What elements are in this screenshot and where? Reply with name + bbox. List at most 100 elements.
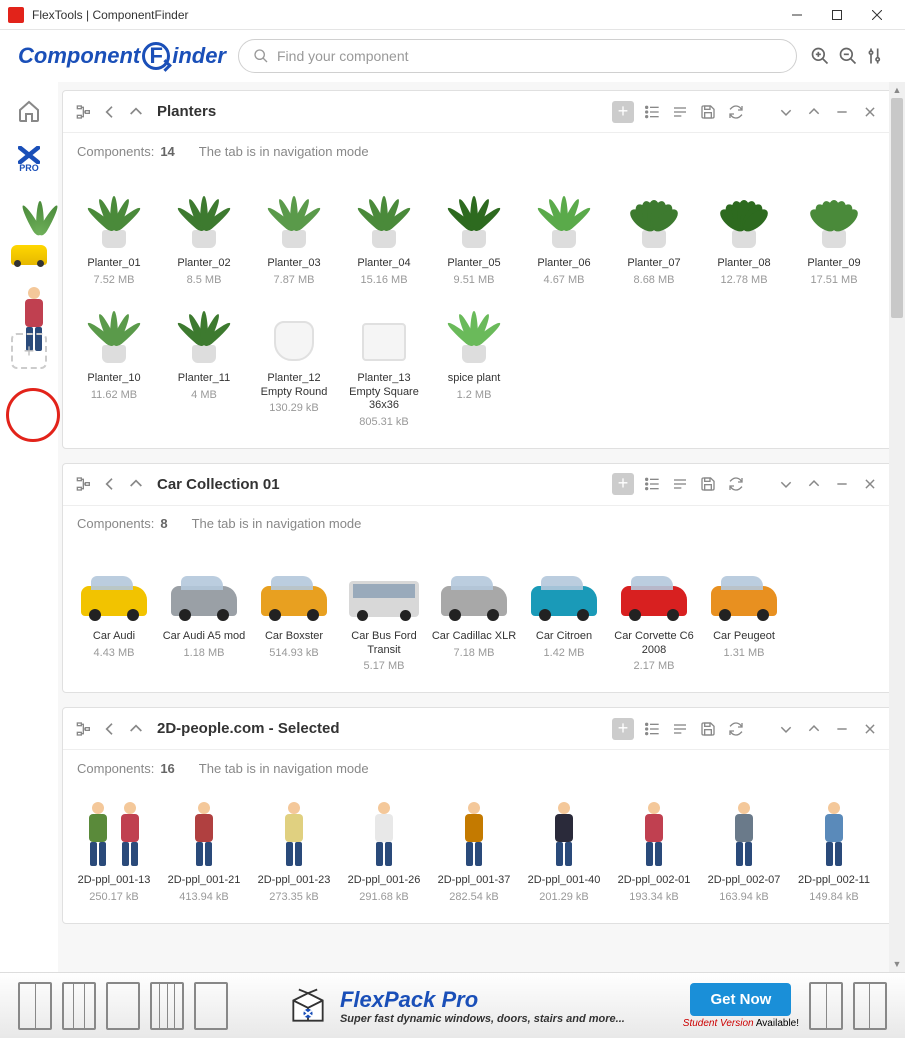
sidebar-xpro[interactable]: PRO bbox=[10, 140, 48, 178]
refresh-icon[interactable] bbox=[726, 102, 746, 122]
component-item[interactable]: Car Cadillac XLR 7.18 MB bbox=[429, 550, 519, 678]
product-icon-3[interactable] bbox=[106, 982, 140, 1030]
component-item[interactable]: Planter_11 4 MB bbox=[159, 292, 249, 434]
component-item[interactable]: Car Boxster 514.93 kB bbox=[249, 550, 339, 678]
component-name: 2D-ppl_001-37 bbox=[438, 874, 511, 888]
add-button[interactable]: + bbox=[612, 101, 634, 123]
minimize-panel-icon[interactable] bbox=[832, 102, 852, 122]
product-icon-2[interactable] bbox=[62, 982, 96, 1030]
product-icon-5[interactable] bbox=[194, 982, 228, 1030]
chevron-up-icon[interactable] bbox=[804, 474, 824, 494]
component-size: 2.17 MB bbox=[634, 660, 675, 674]
component-item[interactable]: Planter_10 11.62 MB bbox=[69, 292, 159, 434]
save-icon[interactable] bbox=[698, 102, 718, 122]
component-thumb bbox=[78, 798, 150, 870]
scrollbar-vertical[interactable]: ▲ ▼ bbox=[889, 82, 905, 972]
component-item[interactable]: Car Bus Ford Transit 5.17 MB bbox=[339, 550, 429, 678]
sort-icon[interactable] bbox=[670, 102, 690, 122]
product-icon-4[interactable] bbox=[150, 982, 184, 1030]
component-item[interactable]: Planter_05 9.51 MB bbox=[429, 177, 519, 292]
component-item[interactable]: 2D-ppl_001-40 201.29 kB bbox=[519, 794, 609, 909]
component-item[interactable]: Planter_12 Empty Round 130.29 kB bbox=[249, 292, 339, 434]
component-item[interactable]: Planter_08 12.78 MB bbox=[699, 177, 789, 292]
minimize-panel-icon[interactable] bbox=[832, 719, 852, 739]
scroll-up-icon[interactable]: ▲ bbox=[889, 82, 905, 98]
component-item[interactable]: 2D-ppl_001-13 250.17 kB bbox=[69, 794, 159, 909]
save-icon[interactable] bbox=[698, 719, 718, 739]
component-item[interactable]: 2D-ppl_001-37 282.54 kB bbox=[429, 794, 519, 909]
sidebar-tab-people[interactable] bbox=[10, 284, 48, 322]
component-item[interactable]: Planter_13 Empty Square 36x36 805.31 kB bbox=[339, 292, 429, 434]
refresh-icon[interactable] bbox=[726, 474, 746, 494]
component-item[interactable]: Car Corvette C6 2008 2.17 MB bbox=[609, 550, 699, 678]
product-icon-6[interactable] bbox=[809, 982, 843, 1030]
back-icon[interactable] bbox=[101, 720, 119, 738]
component-item[interactable]: Planter_07 8.68 MB bbox=[609, 177, 699, 292]
zoom-in-icon[interactable] bbox=[809, 45, 831, 67]
get-now-button[interactable]: Get Now bbox=[690, 983, 791, 1016]
tree-icon[interactable] bbox=[75, 475, 93, 493]
component-item[interactable]: 2D-ppl_002-01 193.34 kB bbox=[609, 794, 699, 909]
up-icon[interactable] bbox=[127, 475, 145, 493]
back-icon[interactable] bbox=[101, 475, 119, 493]
component-item[interactable]: Planter_01 7.52 MB bbox=[69, 177, 159, 292]
list-icon[interactable] bbox=[642, 474, 662, 494]
component-item[interactable]: Car Audi 4.43 MB bbox=[69, 550, 159, 678]
sidebar-home[interactable] bbox=[10, 92, 48, 130]
sort-icon[interactable] bbox=[670, 719, 690, 739]
component-item[interactable]: Planter_06 4.67 MB bbox=[519, 177, 609, 292]
search-input[interactable] bbox=[277, 48, 782, 64]
search-box[interactable] bbox=[238, 39, 797, 73]
close-button[interactable] bbox=[857, 1, 897, 29]
save-icon[interactable] bbox=[698, 474, 718, 494]
refresh-icon[interactable] bbox=[726, 719, 746, 739]
component-item[interactable]: Planter_03 7.87 MB bbox=[249, 177, 339, 292]
chevron-up-icon[interactable] bbox=[804, 102, 824, 122]
back-icon[interactable] bbox=[101, 103, 119, 121]
chevron-up-icon[interactable] bbox=[804, 719, 824, 739]
sidebar-tab-cars[interactable] bbox=[10, 236, 48, 274]
minimize-panel-icon[interactable] bbox=[832, 474, 852, 494]
maximize-button[interactable] bbox=[817, 1, 857, 29]
component-item[interactable]: Car Citroen 1.42 MB bbox=[519, 550, 609, 678]
add-button[interactable]: + bbox=[612, 473, 634, 495]
component-name: Car Bus Ford Transit bbox=[341, 630, 427, 658]
product-icon-7[interactable] bbox=[853, 982, 887, 1030]
close-panel-icon[interactable] bbox=[860, 719, 880, 739]
sidebar-add-tab[interactable]: + bbox=[10, 332, 48, 370]
up-icon[interactable] bbox=[127, 720, 145, 738]
chevron-down-icon[interactable] bbox=[776, 474, 796, 494]
minimize-button[interactable] bbox=[777, 1, 817, 29]
tree-icon[interactable] bbox=[75, 103, 93, 121]
up-icon[interactable] bbox=[127, 103, 145, 121]
sidebar-tab-planters[interactable] bbox=[10, 188, 48, 226]
component-item[interactable]: spice plant 1.2 MB bbox=[429, 292, 519, 434]
list-icon[interactable] bbox=[642, 719, 662, 739]
zoom-out-icon[interactable] bbox=[837, 45, 859, 67]
component-item[interactable]: 2D-ppl_002-11 149.84 kB bbox=[789, 794, 879, 909]
component-item[interactable]: 2D-ppl_002-07 163.94 kB bbox=[699, 794, 789, 909]
scrollbar-thumb[interactable] bbox=[891, 98, 903, 318]
tree-icon[interactable] bbox=[75, 720, 93, 738]
chevron-down-icon[interactable] bbox=[776, 102, 796, 122]
add-button[interactable]: + bbox=[612, 718, 634, 740]
component-item[interactable]: Car Audi A5 mod 1.18 MB bbox=[159, 550, 249, 678]
component-name: Planter_08 bbox=[717, 257, 770, 271]
component-item[interactable]: 2D-ppl_001-26 291.68 kB bbox=[339, 794, 429, 909]
component-item[interactable]: Planter_04 15.16 MB bbox=[339, 177, 429, 292]
close-panel-icon[interactable] bbox=[860, 102, 880, 122]
component-item[interactable]: Car Peugeot 1.31 MB bbox=[699, 550, 789, 678]
component-name: Planter_09 bbox=[807, 257, 860, 271]
component-name: Car Corvette C6 2008 bbox=[611, 630, 697, 658]
component-item[interactable]: 2D-ppl_001-21 413.94 kB bbox=[159, 794, 249, 909]
close-panel-icon[interactable] bbox=[860, 474, 880, 494]
sort-icon[interactable] bbox=[670, 474, 690, 494]
product-icon-1[interactable] bbox=[18, 982, 52, 1030]
chevron-down-icon[interactable] bbox=[776, 719, 796, 739]
settings-icon[interactable] bbox=[865, 45, 887, 67]
component-item[interactable]: Planter_02 8.5 MB bbox=[159, 177, 249, 292]
scroll-down-icon[interactable]: ▼ bbox=[889, 956, 905, 972]
list-icon[interactable] bbox=[642, 102, 662, 122]
component-item[interactable]: 2D-ppl_001-23 273.35 kB bbox=[249, 794, 339, 909]
component-item[interactable]: Planter_09 17.51 MB bbox=[789, 177, 879, 292]
